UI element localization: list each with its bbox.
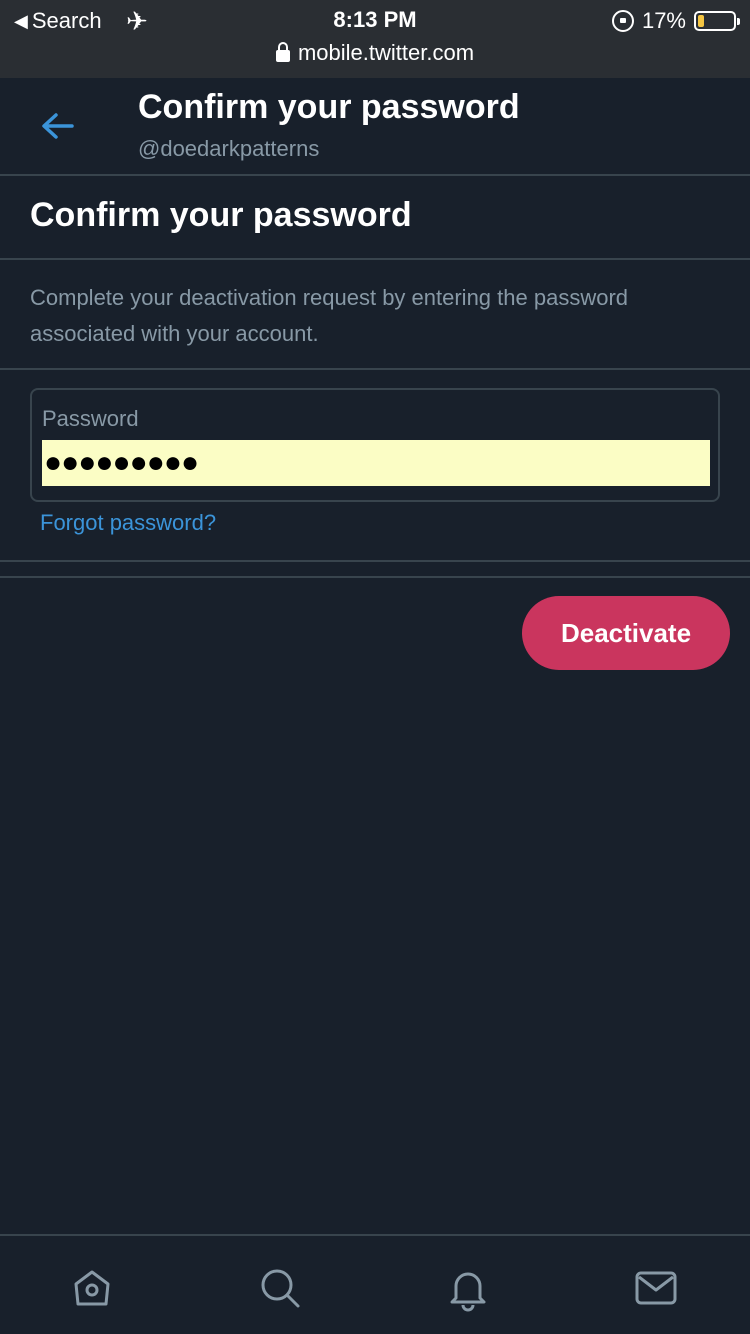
- padlock-icon: [275, 42, 290, 62]
- battery-percent: 17%: [641, 8, 686, 33]
- url-text: mobile.twitter.com: [297, 40, 475, 65]
- divider: [0, 258, 750, 260]
- section-title: Confirm your password: [30, 196, 412, 234]
- deactivate-button[interactable]: Deactivate: [522, 596, 730, 670]
- rotation-lock-icon: [611, 10, 634, 32]
- battery-icon: [694, 11, 740, 31]
- forgot-password-link[interactable]: Forgot password?: [40, 510, 216, 536]
- password-label: Password: [42, 406, 139, 431]
- url-bar[interactable]: mobile.twitter.com: [0, 40, 750, 66]
- password-field[interactable]: Password ●●●●●●●●●: [30, 388, 720, 502]
- description-text: Complete your deactivation request by en…: [30, 285, 629, 346]
- messages-icon[interactable]: [632, 1264, 680, 1312]
- bottom-tab-bar: [0, 1234, 750, 1334]
- battery-fill: [698, 15, 704, 27]
- header-handle: @doedarkpatterns: [138, 136, 320, 161]
- page-header: Confirm your password @doedarkpatterns: [0, 78, 750, 176]
- notifications-icon[interactable]: [444, 1264, 492, 1312]
- home-icon[interactable]: [68, 1264, 116, 1312]
- divider: [0, 368, 750, 370]
- divider: [0, 560, 750, 562]
- search-icon[interactable]: [256, 1264, 304, 1312]
- status-bar: ◀ Search ✈ 8:13 PM 17% mobile.twitter.co…: [0, 0, 750, 78]
- password-input[interactable]: ●●●●●●●●●: [42, 440, 710, 486]
- back-arrow-icon[interactable]: [38, 110, 78, 142]
- header-title: Confirm your password: [138, 88, 520, 126]
- divider: [0, 576, 750, 578]
- status-right: 17%: [611, 8, 740, 34]
